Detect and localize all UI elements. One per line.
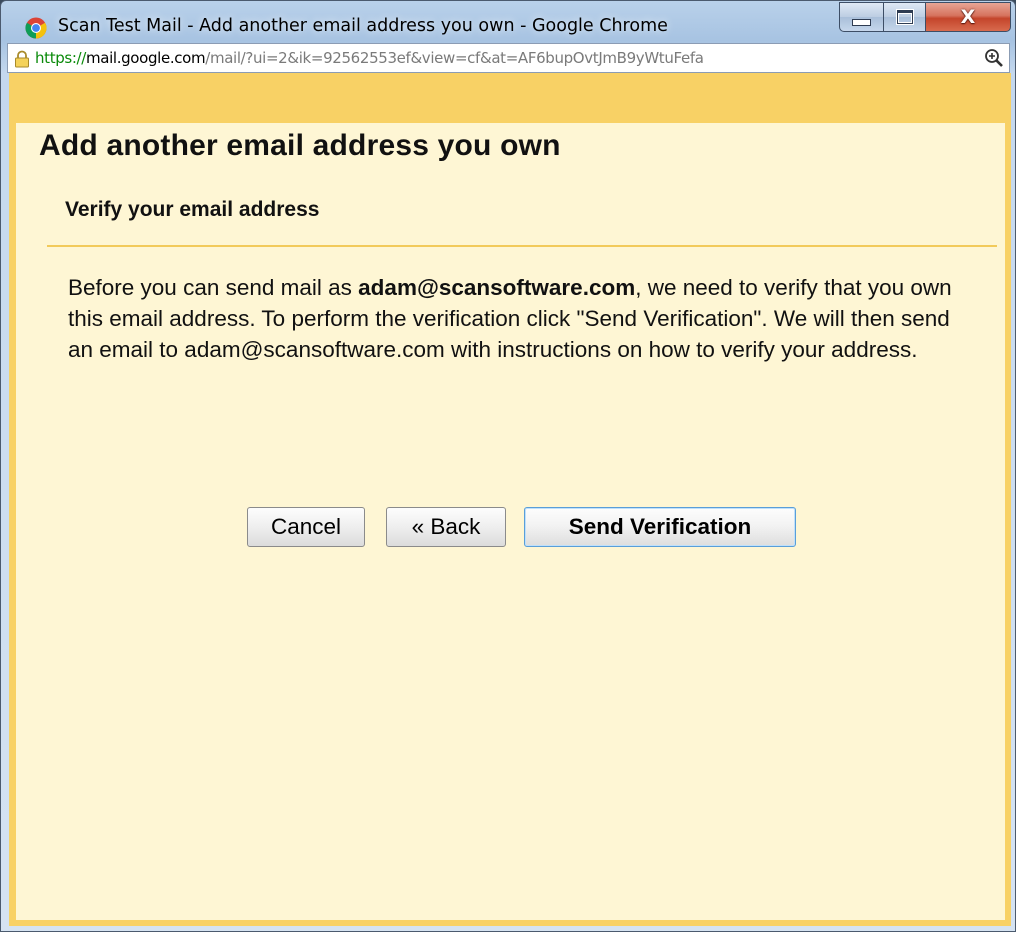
window-controls: X <box>839 2 1011 32</box>
minimize-icon <box>852 18 871 26</box>
section-heading: Verify your email address <box>65 198 320 221</box>
page-title: Add another email address you own <box>39 129 561 162</box>
section-divider <box>47 245 997 247</box>
maximize-button[interactable] <box>883 2 925 32</box>
browser-popup-window: Scan Test Mail - Add another email addre… <box>0 0 1016 932</box>
close-icon: X <box>960 5 976 28</box>
url-path: /mail/?ui=2&ik=92562553ef&view=cf&at=AF6… <box>205 49 704 67</box>
maximize-icon <box>896 10 913 24</box>
chrome-logo-icon <box>25 17 47 39</box>
verification-instructions: Before you can send mail as adam@scansof… <box>68 272 978 365</box>
cancel-button[interactable]: Cancel <box>247 507 365 547</box>
window-title: Scan Test Mail - Add another email addre… <box>58 16 668 36</box>
title-bar[interactable]: Scan Test Mail - Add another email addre… <box>1 1 1015 43</box>
zoom-in-icon[interactable] <box>984 48 1004 68</box>
send-verification-button[interactable]: Send Verification <box>524 507 796 547</box>
address-bar[interactable]: https://mail.google.com/mail/?ui=2&ik=92… <box>7 43 1010 73</box>
url-host: mail.google.com <box>85 49 206 67</box>
body-text-prefix: Before you can send mail as <box>68 275 359 300</box>
minimize-button[interactable] <box>839 2 883 32</box>
back-button[interactable]: « Back <box>386 507 506 547</box>
url-scheme: https:// <box>35 49 86 67</box>
close-button[interactable]: X <box>925 2 1011 32</box>
url-text[interactable]: https://mail.google.com/mail/?ui=2&ik=92… <box>35 49 704 67</box>
url-clip: https://mail.google.com/mail/?ui=2&ik=92… <box>8 44 983 72</box>
sender-email: adam@scansoftware.com <box>358 275 636 300</box>
